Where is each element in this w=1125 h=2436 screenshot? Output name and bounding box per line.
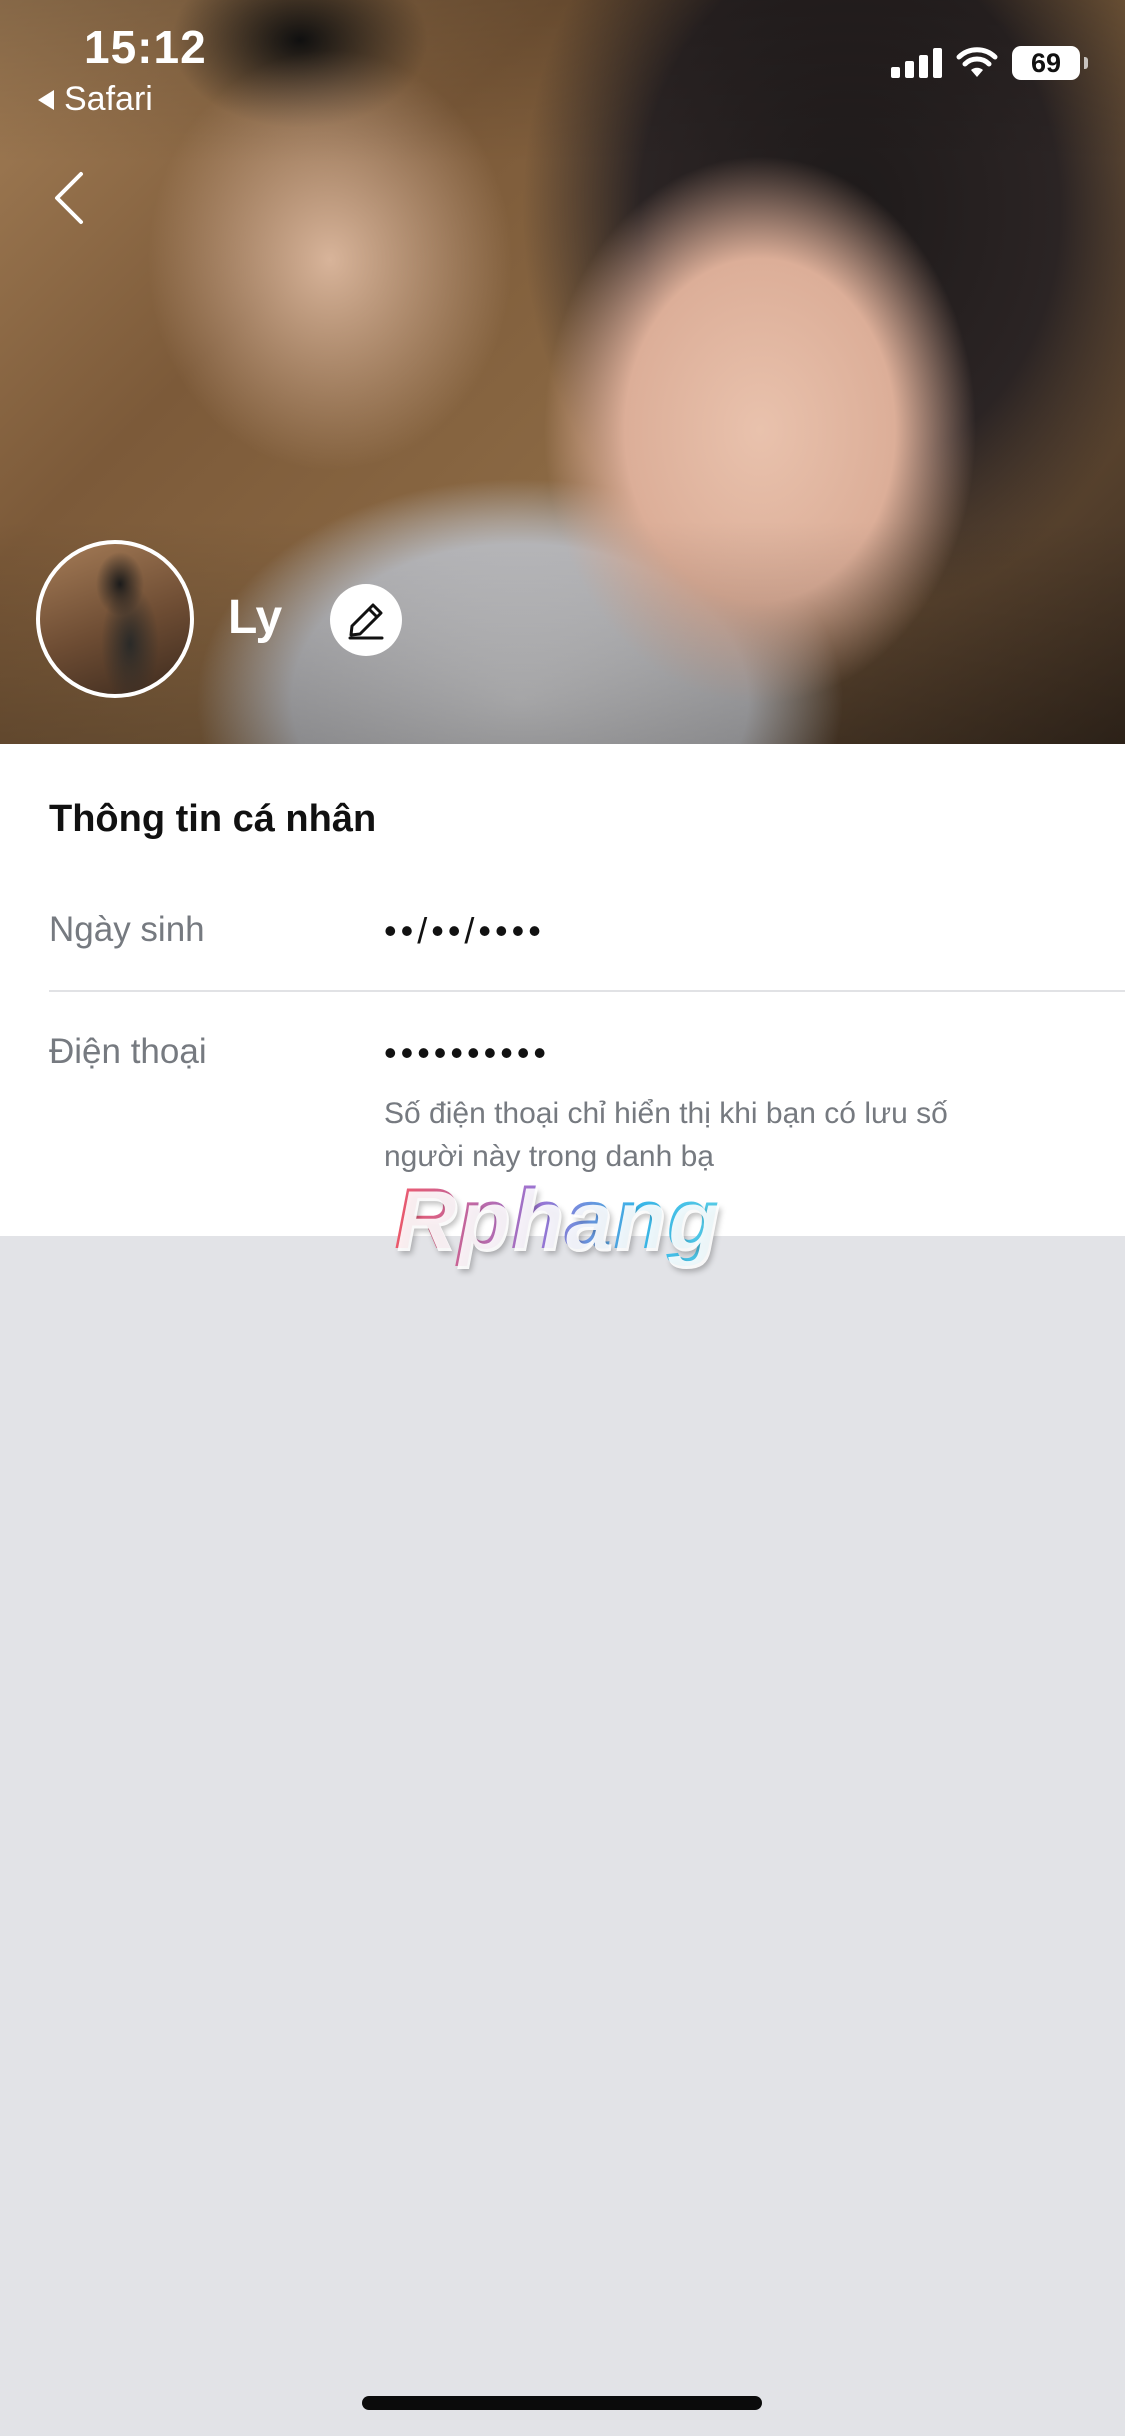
watermark-logo: Rphang: [394, 1171, 721, 1267]
phone-value: ••••••••••: [384, 1032, 551, 1073]
section-title: Thông tin cá nhân: [49, 798, 377, 840]
row-divider: [49, 990, 1125, 992]
home-indicator[interactable]: [362, 2396, 762, 2410]
chevron-left-icon: [55, 172, 83, 224]
back-to-app-label: Safari: [64, 80, 153, 118]
back-to-app-icon: [38, 89, 54, 110]
pencil-icon: [348, 603, 384, 640]
status-bar-time: 15:12: [84, 21, 207, 73]
edit-name-button[interactable]: [330, 584, 402, 656]
phone-visibility-note: Số điện thoại chỉ hiển thị khi bạn có lư…: [384, 1097, 948, 1173]
personal-info-card: Thông tin cá nhân Ngày sinh ••/••/•••• Đ…: [0, 744, 1125, 1236]
avatar[interactable]: [36, 540, 194, 698]
battery-icon: 69: [1012, 46, 1088, 80]
battery-level: 69: [1030, 47, 1062, 78]
phone-label: Điện thoại: [49, 1032, 207, 1071]
back-button[interactable]: [44, 166, 92, 230]
status-bar-icons: 69: [891, 46, 1088, 80]
birthday-value: ••/••/••••: [384, 910, 545, 951]
back-to-app-link[interactable]: Safari: [38, 80, 153, 119]
wifi-icon: [956, 47, 998, 77]
cellular-signal-icon: [891, 48, 942, 78]
profile-name: Ly: [228, 591, 283, 644]
birthday-label: Ngày sinh: [49, 910, 205, 949]
